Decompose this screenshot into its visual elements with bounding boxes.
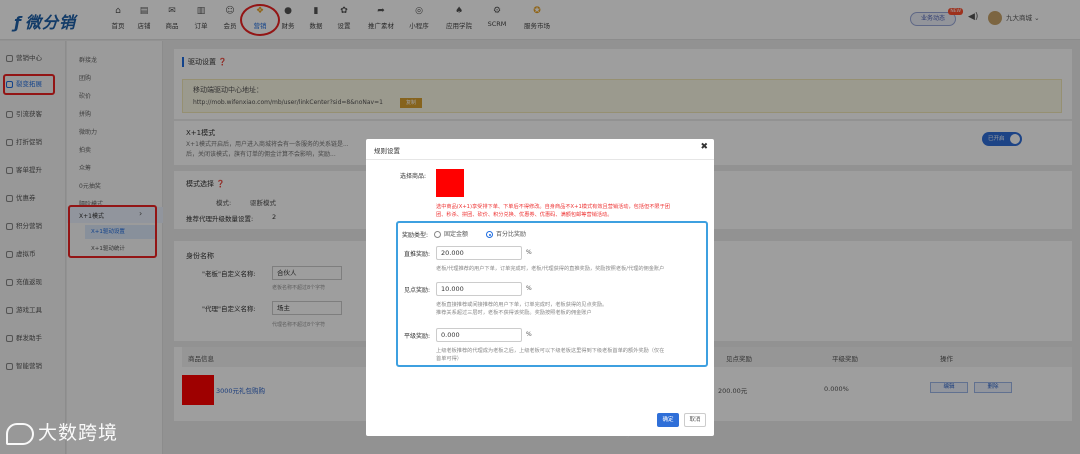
selected-product-image[interactable] xyxy=(436,169,464,197)
flat-reward-help: 首单可得） xyxy=(436,356,462,362)
radio-label: 固定金额 xyxy=(444,231,469,238)
sub-reward-label: 见点奖励: xyxy=(404,287,431,294)
modal-divider xyxy=(366,159,714,160)
flat-reward-label: 平级奖励: xyxy=(404,333,431,340)
cancel-button[interactable]: 取消 xyxy=(684,413,706,427)
flat-reward-unit: % xyxy=(526,331,532,338)
watermark-text: 大数跨境 xyxy=(38,422,119,444)
watermark: 大数跨境 xyxy=(6,418,118,445)
direct-reward-label: 直推奖励: xyxy=(404,251,431,258)
sub-reward-input[interactable]: 10.000 xyxy=(436,282,522,296)
flat-reward-help: 上级老板推荐的代理成为老板之后，上级老板可以下级老板这里得到下级老板首单的额外奖… xyxy=(436,348,665,354)
sub-reward-help: 推荐关系超过三层时，老板不获得该奖励。奖励按照老板的佣金账户 xyxy=(436,310,592,316)
product-label: 选择商品: xyxy=(400,173,427,180)
product-notice: 选中商品(X+1)享受排下单、下单后不得修改。自身商品不X+1模式有效且营销活动… xyxy=(436,204,670,210)
watermark-logo-icon xyxy=(6,422,34,445)
direct-reward-help: 老板/代理推荐的用户下单，订单完成时，老板/代理获得的直推奖励，奖励按照老板/代… xyxy=(436,266,665,272)
direct-reward-input[interactable]: 20.000 xyxy=(436,246,522,260)
radio-checked-icon xyxy=(486,231,493,238)
radio-label: 百分比奖励 xyxy=(496,231,527,238)
reward-type-percent[interactable]: 百分比奖励 xyxy=(486,229,526,238)
modal-title: 规则设置 xyxy=(374,147,400,155)
reward-type-fixed[interactable]: 固定金额 xyxy=(434,229,468,238)
flat-reward-input[interactable]: 0.000 xyxy=(436,328,522,342)
sub-reward-unit: % xyxy=(526,285,532,292)
product-notice: 团、秒杀、拼团、砍价、积分兑换、优惠券、优惠码、满额包邮等营销活动。 xyxy=(436,212,613,218)
reward-type-label: 奖励类型: xyxy=(402,232,429,239)
rule-settings-modal: 规则设置 ✖ 选择商品: 选中商品(X+1)享受排下单、下单后不得修改。自身商品… xyxy=(366,139,714,436)
sub-reward-help: 老板直接推荐或间接推荐的用户下单，订单完成时，老板获得的见点奖励。 xyxy=(436,302,608,308)
direct-reward-unit: % xyxy=(526,249,532,256)
confirm-button[interactable]: 确定 xyxy=(657,413,679,427)
radio-icon xyxy=(434,231,441,238)
close-icon[interactable]: ✖ xyxy=(700,142,708,152)
